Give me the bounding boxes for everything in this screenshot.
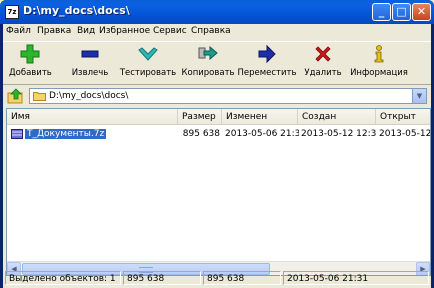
address-dropdown-button[interactable]: ▼ — [412, 89, 426, 103]
file-created: 2013-05-12 12:35 — [301, 129, 377, 139]
status-selected: Выделено объектов: 1 — [5, 271, 121, 285]
address-input[interactable]: D:\my_docs\docs\ ▼ — [29, 88, 427, 104]
move-button[interactable]: Переместить — [237, 44, 297, 82]
delete-icon — [315, 46, 331, 62]
file-size: 895 638 — [182, 129, 220, 139]
table-row[interactable]: Т_Документы.7z 895 638 2013-05-06 21:31 … — [7, 127, 431, 141]
maximize-button[interactable]: □ — [392, 3, 411, 21]
delete-label: Удалить — [304, 68, 342, 78]
file-list[interactable]: Имя Размер Изменен Создан Открыт Т_Докум… — [6, 108, 431, 276]
menu-edit[interactable]: Правка — [37, 26, 71, 36]
menu-tools[interactable]: Сервис — [153, 26, 187, 36]
test-button[interactable]: Тестировать — [119, 44, 177, 82]
column-header-name[interactable]: Имя — [7, 109, 178, 125]
status-size: 895 638 — [123, 271, 201, 285]
app-window: 7z D:\my_docs\docs\ _ □ ✕ Файл Правка Ви… — [0, 0, 434, 288]
status-modified: 2013-05-06 21:31 — [283, 271, 429, 285]
file-modified: 2013-05-06 21:31 — [225, 129, 299, 139]
add-icon — [20, 44, 40, 64]
extract-label: Извлечь — [71, 68, 109, 78]
add-button[interactable]: Добавить — [9, 44, 52, 82]
column-header-size[interactable]: Размер — [178, 109, 222, 125]
app-icon: 7z — [5, 5, 19, 19]
folder-icon — [33, 92, 46, 101]
move-label: Переместить — [237, 68, 297, 78]
move-icon — [258, 44, 276, 64]
archive-file-icon — [11, 129, 23, 139]
delete-button[interactable]: Удалить — [301, 44, 345, 82]
copy-icon — [198, 45, 218, 61]
extract-button[interactable]: Извлечь — [69, 44, 111, 82]
client-area: Файл Правка Вид Избранное Сервис Справка… — [3, 24, 431, 288]
column-header-created[interactable]: Создан — [298, 109, 376, 125]
info-button[interactable]: Информация — [349, 44, 409, 82]
minimize-button[interactable]: _ — [372, 3, 391, 21]
test-label: Тестировать — [119, 68, 177, 78]
status-packed-size: 895 638 — [203, 271, 281, 285]
file-accessed: 2013-05-12 1 — [379, 129, 431, 139]
menu-favorites[interactable]: Избранное — [99, 26, 150, 36]
status-bar: Выделено объектов: 1 895 638 895 638 201… — [3, 268, 431, 288]
menu-view[interactable]: Вид — [77, 26, 95, 36]
add-label: Добавить — [9, 68, 52, 78]
address-bar: D:\my_docs\docs\ ▼ — [3, 86, 431, 106]
address-path: D:\my_docs\docs\ — [49, 91, 129, 101]
toolbar: Добавить Извлечь Тестировать Копировать … — [3, 41, 431, 85]
extract-icon — [81, 50, 99, 58]
column-header-accessed[interactable]: Открыт — [376, 109, 430, 125]
close-button[interactable]: ✕ — [412, 3, 431, 21]
title-bar[interactable]: 7z D:\my_docs\docs\ _ □ ✕ — [0, 0, 434, 24]
up-folder-icon[interactable] — [7, 88, 25, 104]
copy-label: Копировать — [181, 68, 235, 78]
file-name: Т_Документы.7z — [25, 129, 107, 139]
file-name-cell: Т_Документы.7z — [25, 127, 175, 141]
window-title: D:\my_docs\docs\ — [23, 4, 130, 17]
info-icon — [374, 45, 384, 63]
column-header-modified[interactable]: Изменен — [222, 109, 298, 125]
copy-button[interactable]: Копировать — [180, 44, 236, 82]
info-label: Информация — [350, 68, 408, 78]
test-icon — [138, 47, 158, 61]
menu-help[interactable]: Справка — [191, 26, 231, 36]
menu-file[interactable]: Файл — [6, 26, 31, 36]
menu-bar: Файл Правка Вид Избранное Сервис Справка — [3, 24, 431, 40]
list-header: Имя Размер Изменен Создан Открыт — [7, 109, 430, 125]
